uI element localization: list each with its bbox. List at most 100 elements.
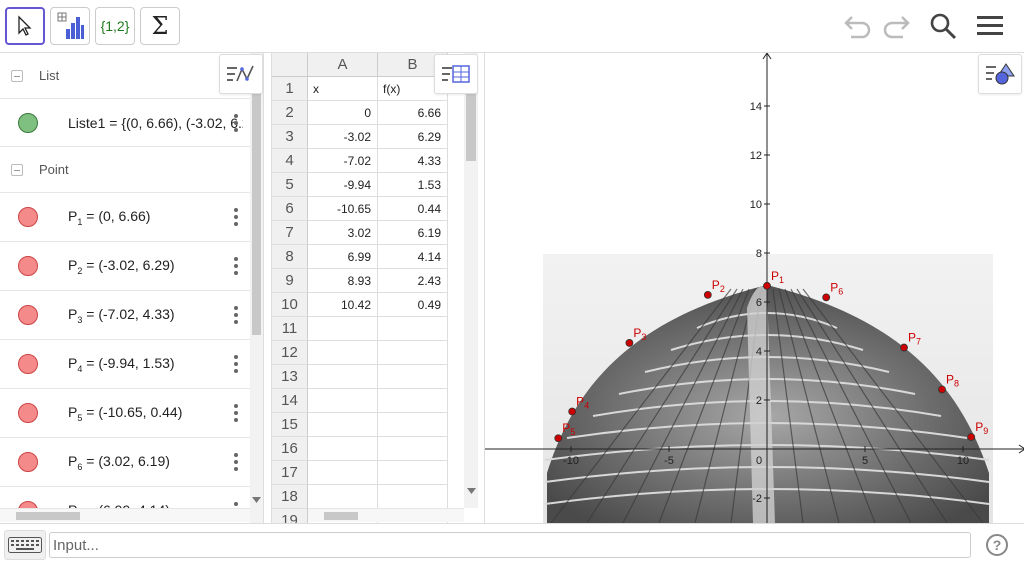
- graphics-style-button[interactable]: [978, 54, 1022, 94]
- cell-b7[interactable]: 6.19: [378, 221, 448, 245]
- collapse-icon[interactable]: [11, 69, 23, 82]
- row-header[interactable]: 4: [272, 149, 308, 173]
- algebra-scrollbar[interactable]: [250, 53, 263, 523]
- cell-b4[interactable]: 4.33: [378, 149, 448, 173]
- more-options-icon[interactable]: [234, 404, 238, 422]
- graphics-view[interactable]: -10 -5 0 5 10 -2 2 4 6 8 10 12 14 P1 P2 P3 P4 P5 P6 P7 P8 P9: [484, 53, 1024, 523]
- point-item[interactable]: P6 = (3.02, 6.19): [0, 438, 250, 487]
- cell-b12[interactable]: [378, 341, 448, 365]
- cell-b3[interactable]: 6.29: [378, 125, 448, 149]
- point-item[interactable]: P5 = (-10.65, 0.44): [0, 389, 250, 438]
- cell-b9[interactable]: 2.43: [378, 269, 448, 293]
- cell-a7[interactable]: 3.02: [308, 221, 378, 245]
- spreadsheet-scrollbar[interactable]: [464, 53, 478, 508]
- visibility-toggle-icon[interactable]: [18, 256, 38, 276]
- collapse-icon[interactable]: [11, 163, 23, 176]
- spreadsheet-style-button[interactable]: [434, 54, 478, 94]
- row-header[interactable]: 18: [272, 485, 308, 509]
- cell-a18[interactable]: [308, 485, 378, 509]
- redo-button[interactable]: [879, 10, 913, 42]
- row-header[interactable]: 2: [272, 101, 308, 125]
- row-header[interactable]: 17: [272, 461, 308, 485]
- algebra-horizontal-scrollbar[interactable]: [0, 508, 250, 522]
- graphics-canvas[interactable]: -10 -5 0 5 10-22468101214P1P2P3P4P5P6P7P8P9: [485, 53, 1024, 523]
- visibility-toggle-icon[interactable]: [18, 452, 38, 472]
- cell-a2[interactable]: 0: [308, 101, 378, 125]
- row-header[interactable]: 14: [272, 389, 308, 413]
- cell-a1[interactable]: x: [308, 77, 378, 101]
- cell-b17[interactable]: [378, 461, 448, 485]
- search-button[interactable]: [926, 10, 960, 42]
- scroll-down-arrow-icon[interactable]: [252, 497, 261, 503]
- more-options-icon[interactable]: [234, 306, 238, 324]
- more-options-icon[interactable]: [234, 453, 238, 471]
- more-options-icon[interactable]: [234, 114, 238, 132]
- sum-tool-button[interactable]: Σ: [140, 7, 180, 45]
- more-options-icon[interactable]: [234, 257, 238, 275]
- group-header-point[interactable]: Point: [0, 147, 250, 193]
- more-options-icon[interactable]: [234, 208, 238, 226]
- undo-button[interactable]: [841, 10, 875, 42]
- main-menu-button[interactable]: [973, 10, 1007, 42]
- row-header[interactable]: 8: [272, 245, 308, 269]
- cell-a13[interactable]: [308, 365, 378, 389]
- visibility-toggle-icon[interactable]: [18, 354, 38, 374]
- cell-a16[interactable]: [308, 437, 378, 461]
- row-header[interactable]: 7: [272, 221, 308, 245]
- spreadsheet-corner[interactable]: [272, 53, 308, 77]
- cell-b2[interactable]: 6.66: [378, 101, 448, 125]
- cell-a11[interactable]: [308, 317, 378, 341]
- cell-b11[interactable]: [378, 317, 448, 341]
- more-options-icon[interactable]: [234, 355, 238, 373]
- row-header[interactable]: 13: [272, 365, 308, 389]
- list-item[interactable]: Liste1 = {(0, 6.66), (-3.02, 6.2: [0, 99, 250, 147]
- cell-b18[interactable]: [378, 485, 448, 509]
- cell-a8[interactable]: 6.99: [308, 245, 378, 269]
- visibility-toggle-icon[interactable]: [18, 305, 38, 325]
- row-header[interactable]: 16: [272, 437, 308, 461]
- column-header-a[interactable]: A: [308, 53, 378, 77]
- point-item[interactable]: P1 = (0, 6.66): [0, 193, 250, 242]
- cell-b8[interactable]: 4.14: [378, 245, 448, 269]
- visibility-toggle-icon[interactable]: [18, 207, 38, 227]
- visibility-toggle-icon[interactable]: [18, 112, 38, 133]
- cell-b10[interactable]: 0.49: [378, 293, 448, 317]
- point-item[interactable]: P2 = (-3.02, 6.29): [0, 242, 250, 291]
- row-header[interactable]: 19: [272, 509, 308, 523]
- visibility-toggle-icon[interactable]: [18, 403, 38, 423]
- algebra-style-button[interactable]: [219, 54, 263, 94]
- spreadsheet-horizontal-scrollbar[interactable]: [308, 508, 464, 522]
- cell-a15[interactable]: [308, 413, 378, 437]
- cell-a17[interactable]: [308, 461, 378, 485]
- group-header-list[interactable]: List: [0, 53, 250, 99]
- algebra-input-field[interactable]: Input...: [49, 532, 971, 558]
- row-header[interactable]: 15: [272, 413, 308, 437]
- point-item[interactable]: P4 = (-9.94, 1.53): [0, 340, 250, 389]
- row-header[interactable]: 1: [272, 77, 308, 101]
- cell-a6[interactable]: -10.65: [308, 197, 378, 221]
- cell-b13[interactable]: [378, 365, 448, 389]
- row-header[interactable]: 11: [272, 317, 308, 341]
- cell-b6[interactable]: 0.44: [378, 197, 448, 221]
- help-icon[interactable]: ?: [986, 534, 1008, 556]
- scroll-down-arrow-icon[interactable]: [467, 488, 476, 494]
- row-header[interactable]: 9: [272, 269, 308, 293]
- spreadsheet-stats-tool-button[interactable]: [50, 7, 90, 45]
- cell-a14[interactable]: [308, 389, 378, 413]
- cell-b5[interactable]: 1.53: [378, 173, 448, 197]
- cell-b14[interactable]: [378, 389, 448, 413]
- cell-a3[interactable]: -3.02: [308, 125, 378, 149]
- cell-a4[interactable]: -7.02: [308, 149, 378, 173]
- row-header[interactable]: 10: [272, 293, 308, 317]
- cell-a12[interactable]: [308, 341, 378, 365]
- list-tool-button[interactable]: {1,2}: [95, 7, 135, 45]
- row-header[interactable]: 3: [272, 125, 308, 149]
- cell-a10[interactable]: 10.42: [308, 293, 378, 317]
- row-header[interactable]: 12: [272, 341, 308, 365]
- cell-b15[interactable]: [378, 413, 448, 437]
- point-item[interactable]: P3 = (-7.02, 4.33): [0, 291, 250, 340]
- row-header[interactable]: 5: [272, 173, 308, 197]
- cell-a5[interactable]: -9.94: [308, 173, 378, 197]
- keyboard-button[interactable]: [4, 530, 46, 560]
- cell-a9[interactable]: 8.93: [308, 269, 378, 293]
